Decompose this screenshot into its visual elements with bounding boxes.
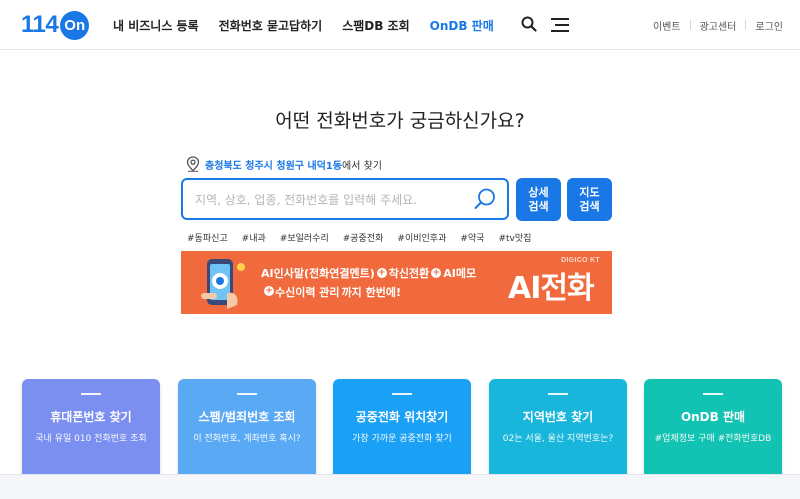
- logo-number: 114: [21, 11, 59, 38]
- location-region[interactable]: 충청북도 청주시 청원구 내덕1동: [205, 157, 342, 172]
- card-desc: 가장 가까운 공중전화 찾기: [352, 434, 452, 444]
- location-suffix: 에서 찾기: [342, 160, 382, 172]
- banner-headline: AI전화: [508, 271, 595, 306]
- banner-text: AI메모: [443, 267, 477, 280]
- card-dash: [548, 393, 568, 395]
- util-divider: [689, 20, 691, 30]
- card-title: 지역번호 찾기: [522, 410, 594, 424]
- tag-item[interactable]: #이비인후과: [397, 231, 446, 244]
- search-submit-icon[interactable]: [473, 187, 497, 215]
- search-input[interactable]: [195, 189, 465, 211]
- card-desc: 02는 서울, 울산 지역번호는?: [502, 434, 614, 444]
- util-divider: [745, 20, 747, 30]
- main-nav: 내 비즈니스 등록 전화번호 묻고답하기 스팸DB 조회 OnDB 판매: [113, 0, 494, 50]
- banner-text: 착신전환: [388, 267, 430, 280]
- nav-spam-db[interactable]: 스팸DB 조회: [342, 17, 409, 34]
- card-spam-lookup[interactable]: 스팸/범죄번호 조회 이 전화번호, 계좌번호 혹시?: [178, 379, 316, 479]
- banner-text: AI인사말(전화연결멘트): [261, 267, 375, 280]
- plus-icon: +: [264, 286, 274, 296]
- popular-tags: #동파신고 #내과 #보일러수리 #공중전화 #이비인후과 #약국 #tv맛집: [187, 231, 531, 244]
- tag-item[interactable]: #동파신고: [187, 231, 228, 244]
- ai-call-banner[interactable]: DIGICO KT AI인사말(전화연결멘트) + 착신전환 + AI메모 + …: [181, 251, 612, 314]
- phone-illustration-icon: [201, 259, 245, 309]
- plus-icon: +: [376, 268, 387, 278]
- site-header: 114 On 내 비즈니스 등록 전화번호 묻고답하기 스팸DB 조회 OnDB…: [0, 0, 800, 50]
- util-login[interactable]: 로그인: [755, 18, 783, 33]
- card-dash: [703, 393, 723, 395]
- card-dash: [392, 393, 412, 395]
- card-mobile-number[interactable]: 휴대폰번호 찾기 국내 유일 010 전화번호 조회: [22, 379, 160, 479]
- card-title: 스팸/범죄번호 조회: [198, 410, 296, 424]
- card-dash: [237, 393, 257, 395]
- card-title: 공중전화 위치찾기: [355, 410, 449, 424]
- banner-text: 수신이력 관리: [275, 286, 340, 299]
- card-dash: [81, 393, 101, 395]
- nav-phone-qna[interactable]: 전화번호 묻고답하기: [219, 17, 323, 34]
- card-payphone-location[interactable]: 공중전화 위치찾기 가장 가까운 공중전화 찾기: [333, 379, 471, 479]
- tag-item[interactable]: #공중전화: [343, 231, 384, 244]
- page-headline: 어떤 전화번호가 궁금하신가요?: [275, 110, 525, 132]
- plus-icon: +: [431, 268, 442, 278]
- location-selector[interactable]: 충청북도 청주시 청원구 내덕1동 에서 찾기: [186, 154, 382, 174]
- card-desc: 국내 유일 010 전화번호 조회: [35, 434, 147, 444]
- util-event[interactable]: 이벤트: [653, 18, 681, 33]
- utility-links: 이벤트 광고센터 로그인: [653, 0, 783, 50]
- logo-on-badge: On: [60, 10, 90, 40]
- search-icon[interactable]: [521, 16, 537, 36]
- banner-text: 까지 한번에!: [341, 286, 402, 299]
- map-search-button[interactable]: 지도 검색: [567, 178, 612, 221]
- search-box: [181, 178, 509, 220]
- footer-strip: [0, 474, 800, 499]
- card-desc: #업체정보 구매 #전화번호DB: [654, 434, 772, 444]
- banner-line-2: 수신이력 관리 까지 한번에!: [275, 284, 401, 300]
- tag-item[interactable]: #약국: [460, 231, 484, 244]
- nav-business-register[interactable]: 내 비즈니스 등록: [113, 17, 199, 34]
- card-title: OnDB 판매: [680, 410, 746, 424]
- card-desc: 이 전화번호, 계좌번호 혹시?: [193, 434, 301, 444]
- banner-line-1: AI인사말(전화연결멘트) + 착신전환 + AI메모: [261, 265, 476, 281]
- detail-search-label: 상세 검색: [528, 185, 549, 213]
- detail-search-button[interactable]: 상세 검색: [516, 178, 561, 221]
- util-ad-center[interactable]: 광고센터: [700, 18, 737, 33]
- map-search-label: 지도 검색: [579, 185, 600, 213]
- logo[interactable]: 114 On: [21, 10, 90, 40]
- card-title: 휴대폰번호 찾기: [50, 410, 132, 424]
- nav-ondb-sale[interactable]: OnDB 판매: [430, 17, 494, 34]
- card-area-code[interactable]: 지역번호 찾기 02는 서울, 울산 지역번호는?: [489, 379, 627, 479]
- menu-icon[interactable]: [551, 17, 569, 36]
- tag-item[interactable]: #보일러수리: [280, 231, 329, 244]
- tag-item[interactable]: #tv맛집: [498, 231, 531, 244]
- tag-item[interactable]: #내과: [242, 231, 266, 244]
- location-pin-icon: [186, 156, 200, 172]
- card-ondb-sale[interactable]: OnDB 판매 #업체정보 구매 #전화번호DB: [644, 379, 782, 479]
